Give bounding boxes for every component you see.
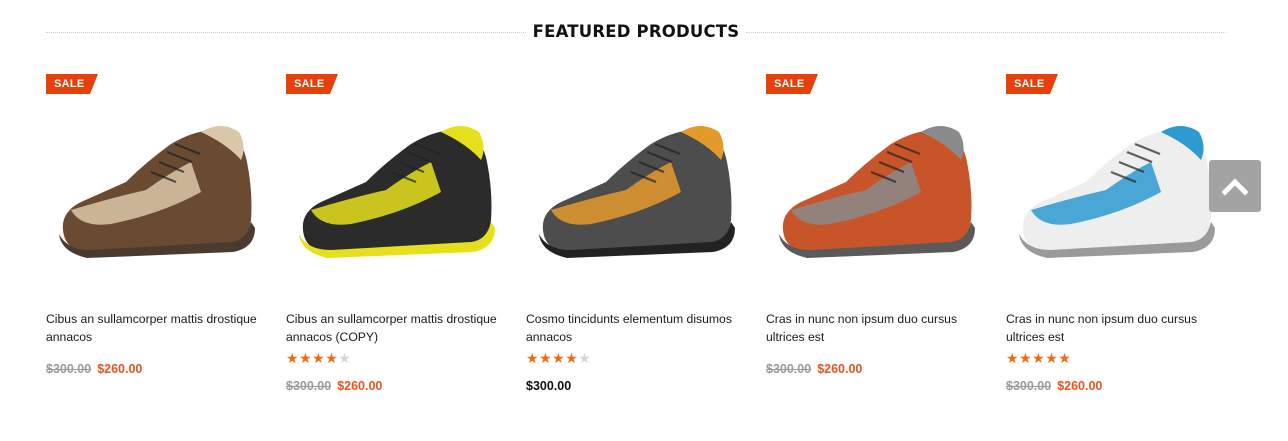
price-row: $300.00 $260.00 [46, 362, 142, 376]
old-price: $300.00 [766, 362, 812, 376]
star-filled-icon: ★ [299, 350, 313, 366]
divider-right [746, 32, 1226, 33]
product-name-link[interactable]: Cibus an sullamcorper mattis drostique a… [286, 310, 506, 346]
star-filled-icon: ★ [312, 350, 326, 366]
divider-left [46, 32, 526, 33]
sale-badge: SALE [1006, 74, 1058, 94]
price-row: $300.00 $260.00 [766, 362, 862, 376]
product-image[interactable] [1011, 102, 1221, 292]
product-image[interactable] [51, 102, 261, 292]
price-row: $300.00 [526, 379, 571, 393]
star-filled-icon: ★ [1006, 350, 1020, 366]
star-filled-icon: ★ [539, 350, 553, 366]
star-filled-icon: ★ [1032, 350, 1046, 366]
product-card[interactable]: SALE Cras in nunc non ipsum duo cursus ul… [1006, 72, 1226, 412]
sale-price: $260.00 [97, 362, 143, 376]
product-name-link[interactable]: Cras in nunc non ipsum duo cursus ultric… [766, 310, 986, 346]
section-title: FEATURED PRODUCTS [532, 22, 740, 41]
old-price: $300.00 [46, 362, 92, 376]
sale-badge-label: SALE [54, 78, 85, 90]
star-rating: ★★★★★ [1006, 351, 1071, 365]
sale-badge: SALE [286, 74, 338, 94]
scroll-to-top-button[interactable] [1209, 160, 1261, 212]
star-empty-icon: ★ [578, 350, 592, 366]
sale-price: $260.00 [337, 379, 383, 393]
product-name-link[interactable]: Cras in nunc non ipsum duo cursus ultric… [1006, 310, 1226, 346]
star-filled-icon: ★ [325, 350, 339, 366]
sale-badge: SALE [766, 74, 818, 94]
product-card[interactable]: Cosmo tincidunts elementum disumos annac… [526, 72, 746, 412]
sale-price: $260.00 [817, 362, 863, 376]
sale-price: $260.00 [1057, 379, 1103, 393]
sale-badge: SALE [46, 74, 98, 94]
chevron-up-icon [1222, 178, 1248, 196]
product-card[interactable]: SALE Cibus an sullamcorper mattis drostiq… [46, 72, 266, 412]
product-card[interactable]: SALE Cibus an sullamcorper mattis drostiq… [286, 72, 506, 412]
sale-badge-label: SALE [294, 78, 325, 90]
star-empty-icon: ★ [338, 350, 352, 366]
old-price: $300.00 [286, 379, 332, 393]
product-card[interactable]: SALE Cras in nunc non ipsum duo cursus ul… [766, 72, 986, 412]
product-image[interactable] [531, 102, 741, 292]
star-filled-icon: ★ [286, 350, 300, 366]
product-image[interactable] [771, 102, 981, 292]
star-rating: ★★★★★ [286, 351, 351, 365]
product-name-link[interactable]: Cibus an sullamcorper mattis drostique a… [46, 310, 266, 346]
price-row: $300.00 $260.00 [1006, 379, 1102, 393]
sale-badge-label: SALE [774, 78, 805, 90]
product-image[interactable] [291, 102, 501, 292]
star-filled-icon: ★ [526, 350, 540, 366]
section-header: FEATURED PRODUCTS [46, 18, 1226, 48]
old-price: $300.00 [1006, 379, 1052, 393]
star-filled-icon: ★ [552, 350, 566, 366]
product-name-link[interactable]: Cosmo tincidunts elementum disumos annac… [526, 310, 746, 346]
sale-badge-label: SALE [1014, 78, 1045, 90]
star-rating: ★★★★★ [526, 351, 591, 365]
star-filled-icon: ★ [1019, 350, 1033, 366]
star-filled-icon: ★ [1045, 350, 1059, 366]
price-row: $300.00 $260.00 [286, 379, 382, 393]
star-filled-icon: ★ [1058, 350, 1072, 366]
star-filled-icon: ★ [565, 350, 579, 366]
price: $300.00 [526, 379, 572, 393]
